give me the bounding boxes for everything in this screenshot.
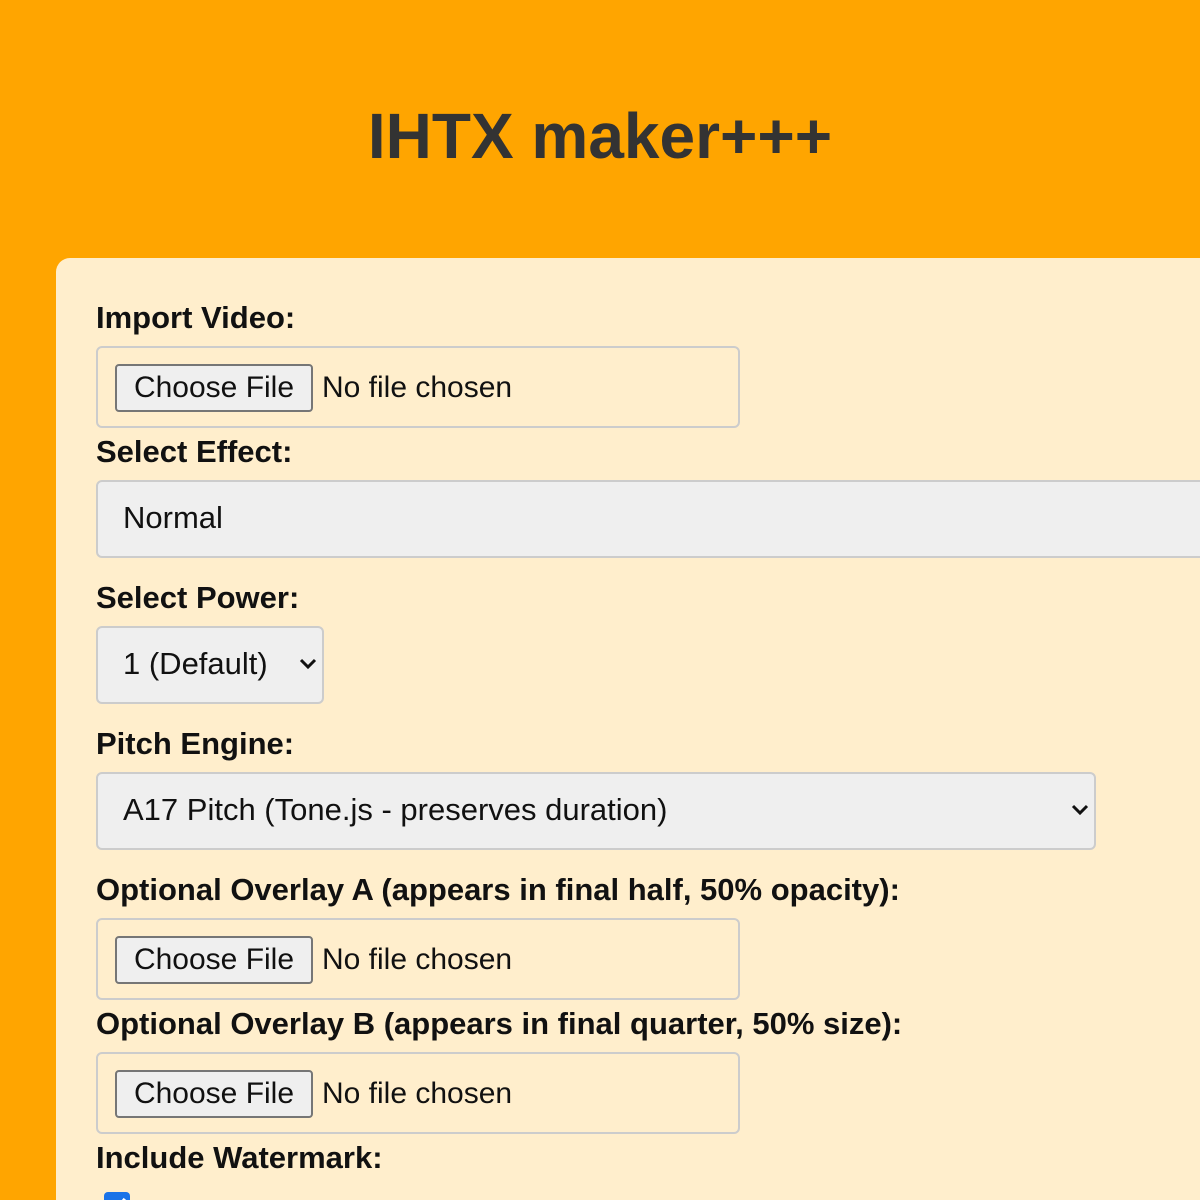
overlay-a-file-input[interactable]: Choose File No file chosen [96,918,740,1000]
overlay-b-choose-button[interactable]: Choose File [115,1070,313,1118]
power-select[interactable]: 1 (Default) [96,626,324,704]
import-video-choose-button[interactable]: Choose File [115,364,313,412]
power-select-value: 1 (Default) [123,646,268,681]
effect-select[interactable]: Normal [96,480,1200,558]
pitch-engine-label: Pitch Engine: [96,726,295,761]
import-video-label: Import Video: [96,300,296,335]
import-video-status: No file chosen [322,371,513,404]
pitch-engine-select[interactable]: A17 Pitch (Tone.js - preserves duration) [96,772,1096,850]
overlay-a-choose-button[interactable]: Choose File [115,936,313,984]
select-effect-label: Select Effect: [96,434,293,469]
overlay-a-label: Optional Overlay A (appears in final hal… [96,872,900,907]
import-video-file-input[interactable]: Choose File No file chosen [96,346,740,428]
overlay-b-file-input[interactable]: Choose File No file chosen [96,1052,740,1134]
watermark-label: Include Watermark: [96,1140,383,1175]
overlay-a-status: No file chosen [322,943,513,976]
effect-select-value: Normal [123,500,223,535]
watermark-checkbox[interactable] [104,1192,130,1200]
overlay-b-label: Optional Overlay B (appears in final qua… [96,1006,903,1041]
chevron-down-icon [1068,774,1092,846]
page-title: IHTX maker+++ [367,100,833,172]
overlay-b-status: No file chosen [322,1077,513,1110]
pitch-engine-select-value: A17 Pitch (Tone.js - preserves duration) [123,792,668,827]
checkmark-icon [121,1197,127,1200]
select-power-label: Select Power: [96,580,300,615]
chevron-down-icon [296,628,320,700]
form-panel: Import Video: Choose File No file chosen… [56,258,1200,1200]
